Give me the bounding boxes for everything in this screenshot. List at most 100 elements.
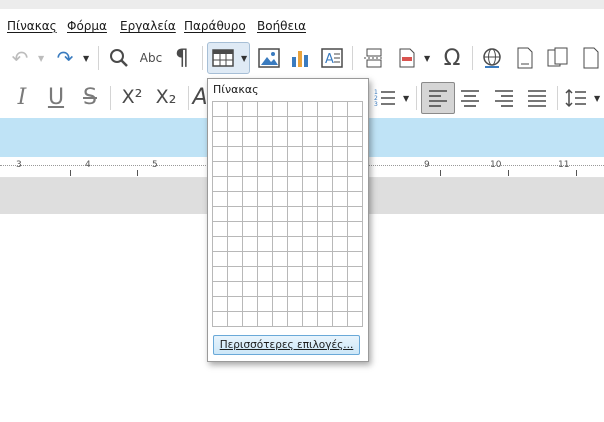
grid-cell[interactable] <box>318 102 333 117</box>
grid-cell[interactable] <box>333 207 348 222</box>
grid-cell[interactable] <box>303 177 318 192</box>
grid-cell[interactable] <box>273 147 288 162</box>
grid-cell[interactable] <box>348 207 363 222</box>
grid-cell[interactable] <box>288 222 303 237</box>
grid-cell[interactable] <box>228 117 243 132</box>
grid-cell[interactable] <box>213 282 228 297</box>
chart-icon[interactable] <box>286 43 314 73</box>
comment-icon[interactable] <box>578 43 604 73</box>
grid-cell[interactable] <box>333 162 348 177</box>
grid-cell[interactable] <box>258 162 273 177</box>
grid-cell[interactable] <box>273 177 288 192</box>
grid-cell[interactable] <box>288 207 303 222</box>
grid-cell[interactable] <box>273 237 288 252</box>
grid-cell[interactable] <box>348 132 363 147</box>
grid-cell[interactable] <box>228 162 243 177</box>
grid-cell[interactable] <box>213 177 228 192</box>
justify-icon[interactable] <box>523 83 551 113</box>
grid-cell[interactable] <box>288 177 303 192</box>
grid-cell[interactable] <box>288 237 303 252</box>
grid-cell[interactable] <box>213 312 228 327</box>
grid-cell[interactable] <box>348 312 363 327</box>
hyperlink-icon[interactable] <box>478 43 506 73</box>
grid-cell[interactable] <box>243 117 258 132</box>
grid-cell[interactable] <box>348 147 363 162</box>
grid-cell[interactable] <box>348 117 363 132</box>
grid-cell[interactable] <box>228 192 243 207</box>
grid-cell[interactable] <box>243 297 258 312</box>
grid-cell[interactable] <box>258 237 273 252</box>
grid-cell[interactable] <box>213 132 228 147</box>
grid-cell[interactable] <box>333 267 348 282</box>
grid-cell[interactable] <box>333 177 348 192</box>
line-spacing-dropdown-arrow[interactable]: ▼ <box>594 94 600 103</box>
grid-cell[interactable] <box>273 102 288 117</box>
grid-cell[interactable] <box>213 147 228 162</box>
grid-cell[interactable] <box>258 252 273 267</box>
grid-cell[interactable] <box>318 207 333 222</box>
table-icon[interactable] <box>210 43 236 73</box>
grid-cell[interactable] <box>333 147 348 162</box>
grid-cell[interactable] <box>228 102 243 117</box>
grid-cell[interactable] <box>213 117 228 132</box>
grid-cell[interactable] <box>258 147 273 162</box>
grid-cell[interactable] <box>288 132 303 147</box>
grid-cell[interactable] <box>243 177 258 192</box>
grid-cell[interactable] <box>318 237 333 252</box>
grid-cell[interactable] <box>213 192 228 207</box>
grid-cell[interactable] <box>288 282 303 297</box>
grid-cell[interactable] <box>333 192 348 207</box>
grid-cell[interactable] <box>303 117 318 132</box>
grid-cell[interactable] <box>318 162 333 177</box>
grid-cell[interactable] <box>348 282 363 297</box>
align-center-icon[interactable] <box>456 83 484 113</box>
grid-cell[interactable] <box>228 297 243 312</box>
grid-cell[interactable] <box>228 207 243 222</box>
grid-cell[interactable] <box>258 102 273 117</box>
formatting-marks-icon[interactable]: ¶ <box>168 43 196 73</box>
grid-cell[interactable] <box>288 192 303 207</box>
grid-cell[interactable] <box>333 102 348 117</box>
undo-icon[interactable]: ↶ <box>4 43 36 73</box>
grid-cell[interactable] <box>288 252 303 267</box>
menu-table[interactable]: Πίνακας <box>7 19 57 33</box>
grid-cell[interactable] <box>243 102 258 117</box>
special-character-icon[interactable]: Ω <box>438 43 466 73</box>
grid-cell[interactable] <box>258 117 273 132</box>
grid-cell[interactable] <box>228 177 243 192</box>
grid-cell[interactable] <box>258 267 273 282</box>
grid-cell[interactable] <box>273 117 288 132</box>
more-options-button[interactable]: Περισσότερες επιλογές... <box>213 335 360 355</box>
grid-cell[interactable] <box>288 312 303 327</box>
grid-cell[interactable] <box>318 297 333 312</box>
align-left-icon[interactable] <box>424 83 452 113</box>
grid-cell[interactable] <box>228 252 243 267</box>
grid-cell[interactable] <box>228 147 243 162</box>
grid-cell[interactable] <box>318 282 333 297</box>
grid-cell[interactable] <box>333 237 348 252</box>
grid-cell[interactable] <box>348 267 363 282</box>
grid-cell[interactable] <box>273 297 288 312</box>
grid-cell[interactable] <box>318 222 333 237</box>
grid-cell[interactable] <box>303 312 318 327</box>
image-icon[interactable] <box>255 43 283 73</box>
grid-cell[interactable] <box>273 252 288 267</box>
menu-help[interactable]: Βοήθεια <box>257 19 306 33</box>
grid-cell[interactable] <box>303 162 318 177</box>
menu-tools[interactable]: Εργαλεία <box>120 19 176 33</box>
grid-cell[interactable] <box>288 297 303 312</box>
grid-cell[interactable] <box>258 177 273 192</box>
grid-cell[interactable] <box>258 312 273 327</box>
grid-cell[interactable] <box>333 282 348 297</box>
grid-cell[interactable] <box>258 297 273 312</box>
grid-cell[interactable] <box>303 102 318 117</box>
numbered-list-icon[interactable]: 123 <box>370 82 400 112</box>
grid-cell[interactable] <box>318 117 333 132</box>
align-right-icon[interactable] <box>490 83 518 113</box>
footnote-icon[interactable] <box>512 43 538 73</box>
endnote-icon[interactable] <box>544 43 572 73</box>
grid-cell[interactable] <box>258 192 273 207</box>
grid-cell[interactable] <box>318 132 333 147</box>
grid-cell[interactable] <box>288 147 303 162</box>
grid-cell[interactable] <box>333 252 348 267</box>
